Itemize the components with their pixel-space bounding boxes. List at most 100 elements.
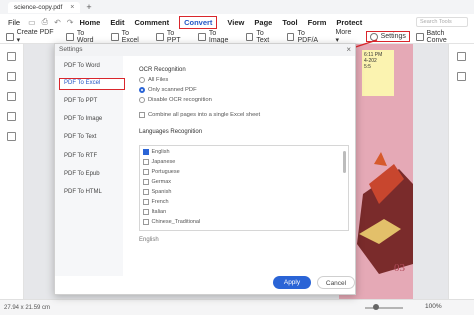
sidebar-item-pdf-to-epub[interactable]: PDF To Epub: [64, 171, 100, 177]
to-text-label: To Text: [256, 29, 270, 44]
language-label: Italian: [151, 209, 167, 215]
language-item-italian[interactable]: Italian: [143, 209, 166, 215]
sidebar-item-pdf-to-text[interactable]: PDF To Text: [64, 134, 96, 140]
save-icon[interactable]: ▭: [28, 18, 36, 27]
zoom-slider-handle[interactable]: [373, 304, 379, 310]
close-tab-icon[interactable]: ×: [70, 4, 74, 11]
radio-selected-icon: [139, 87, 145, 93]
language-label: French: [151, 199, 169, 205]
sidebar-item-pdf-to-excel[interactable]: PDF To Excel: [59, 78, 125, 90]
title-bar: science-copy.pdf × +: [0, 0, 474, 14]
create-pdf-icon: [6, 32, 14, 41]
language-item-spanish[interactable]: Spanish: [143, 189, 171, 195]
pdfa-icon: [286, 32, 295, 41]
sidebar-item-pdf-to-ppt[interactable]: PDF To PPT: [64, 98, 97, 104]
settings-label: Settings: [380, 33, 406, 40]
menu-tool[interactable]: Tool: [282, 18, 297, 27]
dialog-title: Settings: [55, 44, 355, 56]
menu-protect[interactable]: Protect: [336, 18, 362, 27]
search-tools-input[interactable]: Search Tools: [416, 17, 468, 27]
ocr-option-label: Disable OCR recognition: [148, 97, 212, 103]
to-text-button[interactable]: To Text: [245, 29, 277, 44]
checkbox-icon: [143, 219, 149, 225]
menu-home[interactable]: Home: [79, 18, 100, 27]
menu-edit[interactable]: Edit: [110, 18, 124, 27]
language-label: Japanese: [151, 159, 176, 165]
ocr-section-title: OCR Recognition: [139, 67, 186, 73]
redo-icon[interactable]: ↷: [67, 18, 74, 27]
zoom-level[interactable]: 100%: [425, 303, 442, 310]
settings-dialog: Settings × PDF To Word PDF To Excel PDF …: [54, 43, 356, 295]
menu-convert[interactable]: Convert: [179, 15, 218, 29]
dialog-footer: Apply Cancel: [55, 276, 355, 296]
to-word-label: To Word: [76, 29, 94, 44]
attachment-icon[interactable]: [7, 112, 16, 121]
checkbox-checked-icon: [143, 149, 149, 155]
to-excel-button[interactable]: To Excel: [111, 30, 146, 44]
dialog-sidebar: PDF To Word PDF To Excel PDF To PPT PDF …: [55, 56, 125, 276]
document-tab-label: science-copy.pdf: [14, 3, 63, 11]
menu-page[interactable]: Page: [254, 18, 272, 27]
right-sidebar: [448, 44, 474, 299]
new-tab-icon[interactable]: +: [86, 2, 91, 12]
apply-button[interactable]: Apply: [273, 276, 311, 289]
menu-form[interactable]: Form: [308, 18, 327, 27]
sidebar-item-pdf-to-word[interactable]: PDF To Word: [64, 63, 100, 69]
search-icon[interactable]: [7, 132, 16, 141]
language-item-chinese-traditional[interactable]: Chinese_Traditional: [143, 219, 200, 225]
image-icon: [198, 32, 206, 41]
batch-convert-label: Batch Conve: [426, 29, 447, 44]
languages-section-title: Languages Recognition: [139, 129, 203, 135]
print-icon[interactable]: ⎙: [42, 17, 48, 27]
radio-icon: [139, 77, 145, 83]
checkbox-icon: [143, 209, 149, 215]
left-sidebar: [0, 44, 24, 299]
comment-icon[interactable]: [7, 92, 16, 101]
language-label: English: [151, 149, 170, 155]
batch-convert-button[interactable]: Batch Conve: [415, 29, 464, 44]
thumbnail-icon[interactable]: [7, 52, 16, 61]
language-item-english[interactable]: English: [143, 149, 170, 155]
zoom-slider-track[interactable]: [365, 307, 403, 309]
language-label: Chinese_Traditional: [151, 219, 201, 225]
checkbox-icon: [143, 159, 149, 165]
to-image-button[interactable]: To Image: [198, 30, 235, 44]
ocr-option-scanned[interactable]: Only scanned PDF: [139, 87, 197, 93]
language-label: Spanish: [151, 189, 172, 195]
checkbox-icon: [143, 179, 149, 185]
ocr-option-disable[interactable]: Disable OCR recognition: [139, 97, 212, 103]
dialog-main: OCR Recognition All Files Only scanned P…: [130, 56, 355, 276]
to-ppt-button[interactable]: To PPT: [156, 30, 188, 44]
sidebar-item-pdf-to-html[interactable]: PDF To HTML: [64, 189, 102, 195]
languages-scrollbar[interactable]: [343, 151, 346, 173]
sidebar-item-pdf-to-image[interactable]: PDF To Image: [64, 116, 102, 122]
sidebar-item-pdf-to-rtf[interactable]: PDF To RTF: [64, 153, 97, 159]
to-ppt-label: To PPT: [166, 29, 181, 44]
language-item-japanese[interactable]: Japanese: [143, 159, 175, 165]
to-word-button[interactable]: To Word: [66, 30, 101, 44]
convert-toolbar: Create PDF ▾ To Word To Excel To PPT To …: [0, 29, 474, 44]
ocr-option-all-files[interactable]: All Files: [139, 77, 168, 83]
language-item-germax[interactable]: Germax: [143, 179, 171, 185]
ai-icon[interactable]: [457, 72, 466, 81]
document-tab[interactable]: science-copy.pdf ×: [8, 1, 81, 13]
cancel-button[interactable]: Cancel: [317, 276, 355, 289]
checkbox-icon: [143, 199, 149, 205]
menu-file[interactable]: File: [8, 18, 20, 27]
menu-comment[interactable]: Comment: [134, 18, 169, 27]
create-pdf-button[interactable]: Create PDF ▾: [6, 29, 56, 44]
language-label: Portuguese: [151, 169, 180, 175]
language-item-portuguese[interactable]: Portuguese: [143, 169, 180, 175]
language-label: Germax: [151, 179, 172, 185]
to-excel-label: To Excel: [121, 29, 139, 44]
combine-pages-label: Combine all pages into a single Excel sh…: [148, 112, 261, 118]
undo-icon[interactable]: ↶: [54, 18, 61, 27]
bookmark-icon[interactable]: [7, 72, 16, 81]
excel-icon: [111, 32, 119, 41]
menu-view[interactable]: View: [227, 18, 244, 27]
properties-icon[interactable]: [457, 52, 466, 61]
close-icon[interactable]: ×: [346, 45, 351, 55]
languages-list[interactable]: English Japanese Portuguese Germax Spani…: [139, 145, 349, 231]
language-item-french[interactable]: French: [143, 199, 169, 205]
combine-pages-checkbox[interactable]: Combine all pages into a single Excel sh…: [139, 112, 260, 118]
